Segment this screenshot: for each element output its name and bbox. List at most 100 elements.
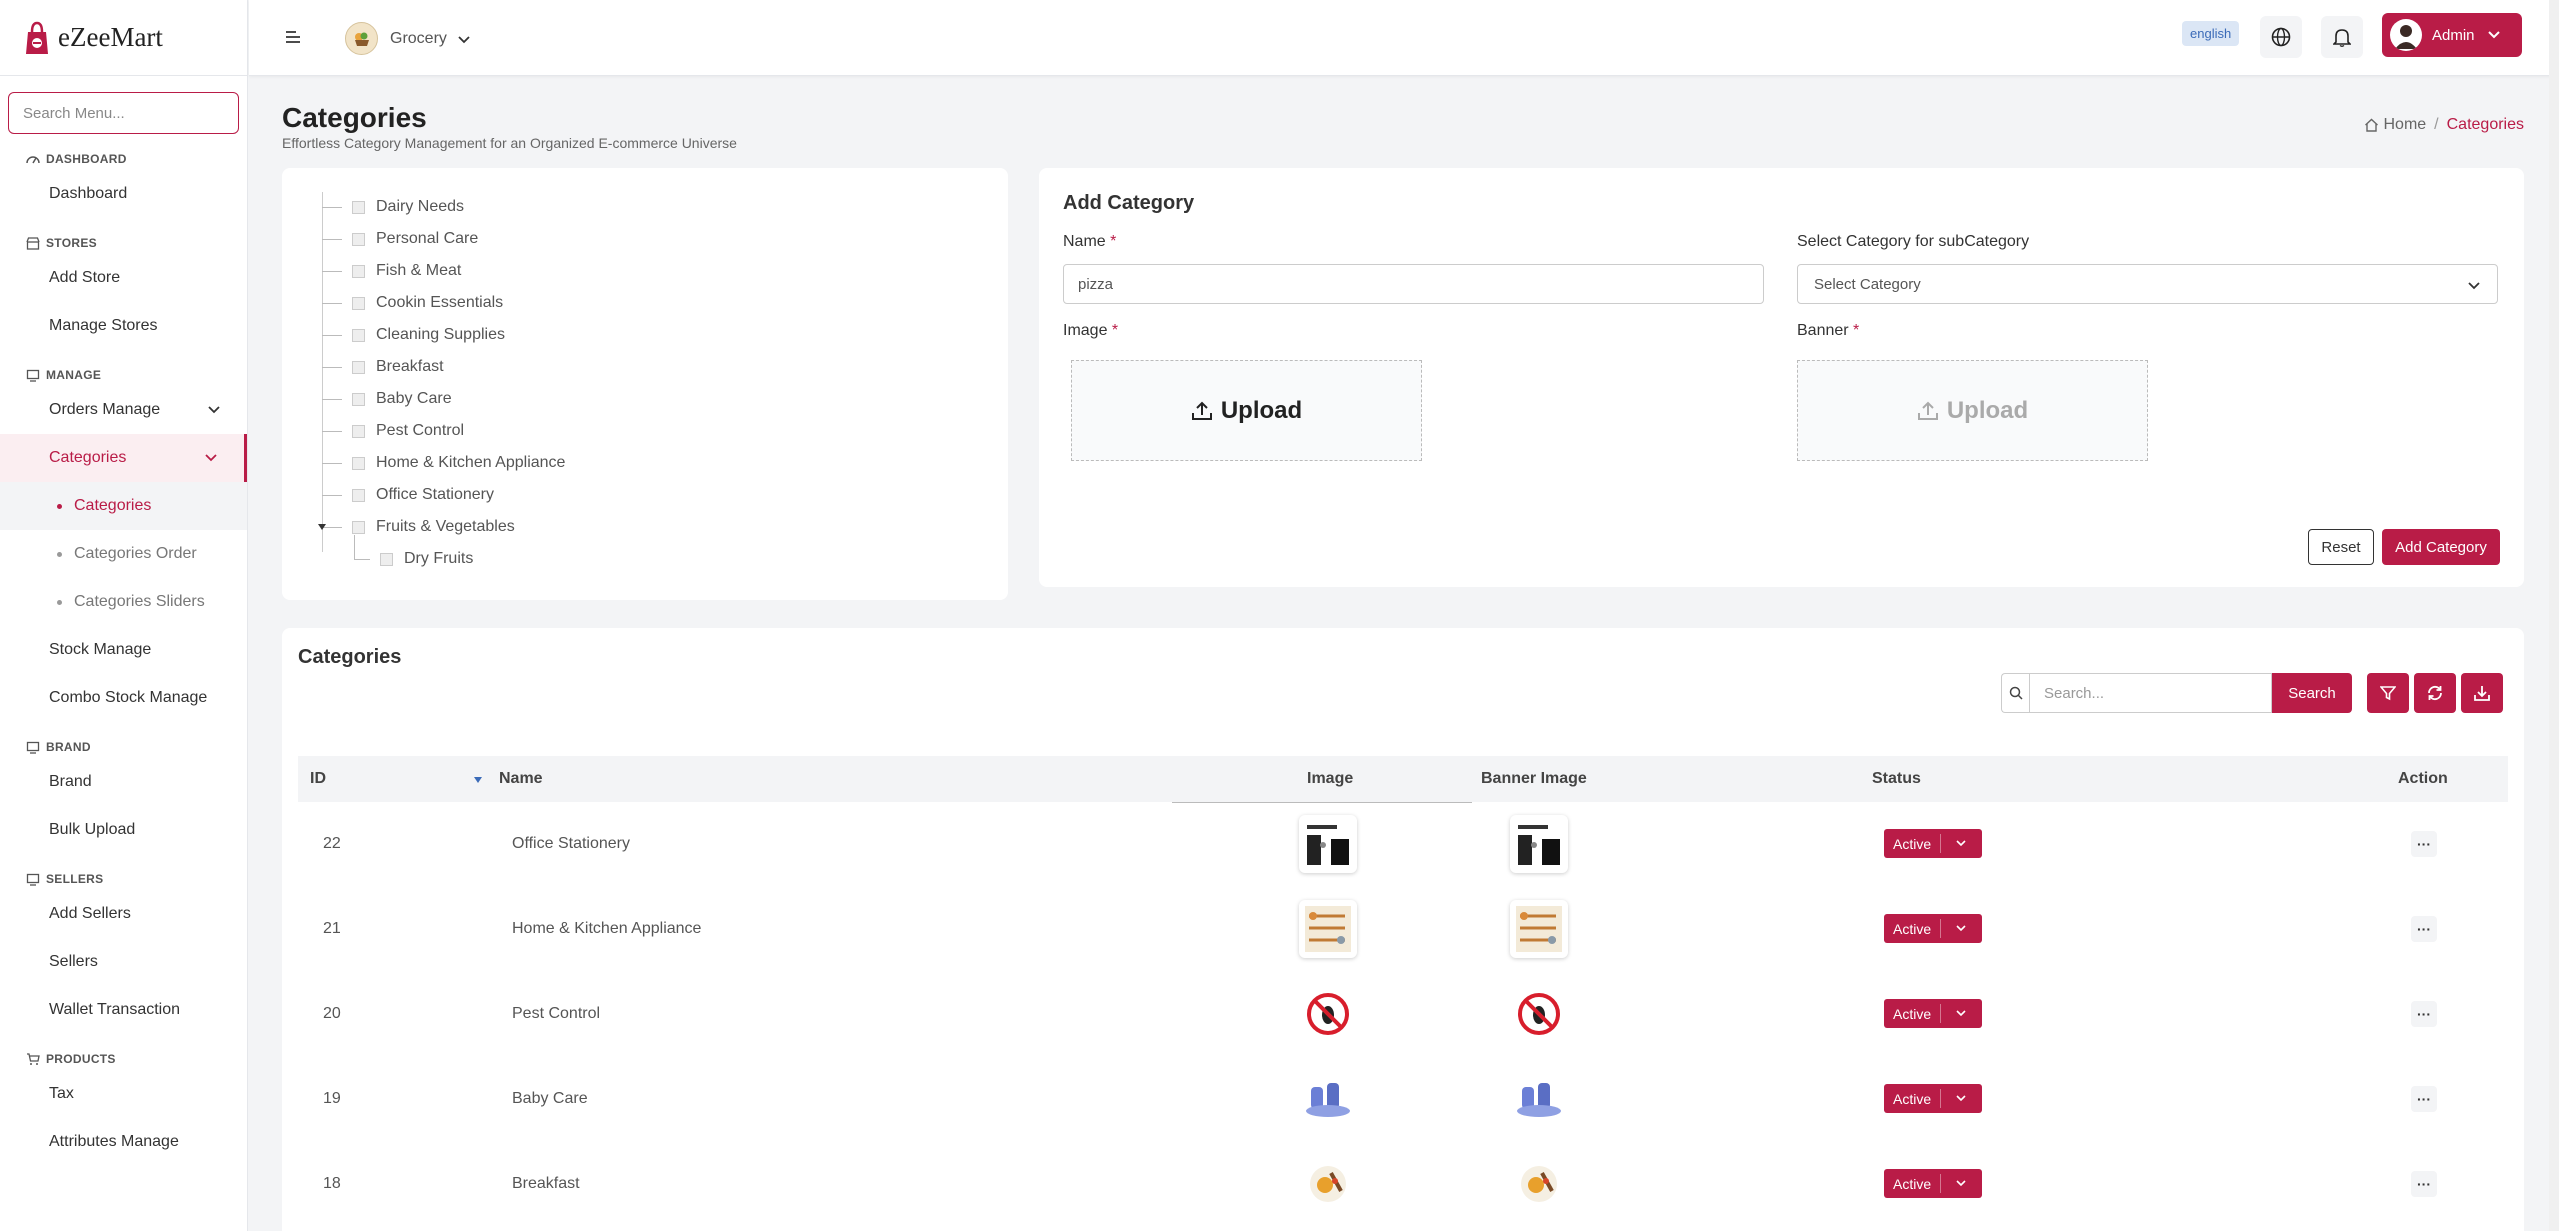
export-button[interactable] xyxy=(2461,673,2503,713)
section-dashboard: DASHBOARD xyxy=(0,148,247,170)
language-badge[interactable]: english xyxy=(2182,21,2240,46)
category-image-thumbnail[interactable] xyxy=(1299,815,1357,873)
user-menu-button[interactable]: Admin xyxy=(2382,13,2522,57)
tree-item[interactable]: Baby Care xyxy=(322,383,452,415)
sidebar-item-add-sellers[interactable]: Add Sellers xyxy=(0,890,247,938)
status-dropdown[interactable]: Active xyxy=(1884,1169,1982,1198)
tree-item[interactable]: Cookin Essentials xyxy=(322,287,503,319)
category-name-input[interactable]: pizza xyxy=(1063,264,1764,304)
table-row[interactable]: 19 Baby Care Active ··· xyxy=(298,1057,2508,1142)
banner-image-thumbnail[interactable] xyxy=(1510,985,1568,1043)
row-actions-button[interactable]: ··· xyxy=(2411,1086,2437,1112)
sidebar-search-input[interactable]: Search Menu... xyxy=(8,92,239,134)
table-row[interactable]: 18 Breakfast Active ··· xyxy=(298,1142,2508,1227)
sidebar: eZeeMart Search Menu... DASHBOARD Dashbo… xyxy=(0,0,248,1231)
status-dropdown[interactable]: Active xyxy=(1884,1084,1982,1113)
sidebar-item-orders-manage[interactable]: Orders Manage xyxy=(0,386,247,434)
sidebar-item-dashboard[interactable]: Dashboard xyxy=(0,170,247,218)
sort-desc-icon[interactable] xyxy=(474,777,482,783)
sidebar-item-attributes-manage[interactable]: Attributes Manage xyxy=(0,1118,247,1166)
status-dropdown[interactable]: Active xyxy=(1884,829,1982,858)
tree-item[interactable]: Cleaning Supplies xyxy=(322,319,505,351)
category-image-thumbnail[interactable] xyxy=(1299,985,1357,1043)
tree-item[interactable]: Fish & Meat xyxy=(322,255,461,287)
table-row[interactable]: 22 Office Stationery Active ··· xyxy=(298,802,2508,887)
reset-button[interactable]: Reset xyxy=(2308,529,2374,565)
category-image-thumbnail[interactable] xyxy=(1299,1070,1357,1128)
breadcrumb-home-link[interactable]: Home xyxy=(2383,116,2426,134)
sidebar-item-add-store[interactable]: Add Store xyxy=(0,254,247,302)
tree-checkbox[interactable] xyxy=(352,424,365,438)
search-button[interactable]: Search xyxy=(2272,673,2352,713)
sidebar-item-stock-manage[interactable]: Stock Manage xyxy=(0,626,247,674)
banner-image-thumbnail[interactable] xyxy=(1510,1155,1568,1213)
cell-id: 19 xyxy=(323,1090,341,1107)
tree-checkbox[interactable] xyxy=(352,296,365,310)
sidebar-item-categories[interactable]: Categories xyxy=(0,434,247,482)
chevron-down-icon xyxy=(205,454,217,462)
language-button[interactable] xyxy=(2260,16,2302,58)
tree-child-item[interactable]: Dry Fruits xyxy=(354,543,473,575)
category-image-thumbnail[interactable] xyxy=(1299,900,1357,958)
tree-expand-caret-icon[interactable] xyxy=(318,524,326,530)
sidebar-item-tax[interactable]: Tax xyxy=(0,1070,247,1118)
page-scrollbar[interactable] xyxy=(2549,0,2559,1231)
table-row[interactable]: 20 Pest Control Active ··· xyxy=(298,972,2508,1057)
column-header-name[interactable]: Name xyxy=(499,770,543,788)
sidebar-item-brand[interactable]: Brand xyxy=(0,758,247,806)
breadcrumb-current: Categories xyxy=(2446,116,2524,133)
banner-image-thumbnail[interactable] xyxy=(1510,1070,1568,1128)
tree-item[interactable]: Home & Kitchen Appliance xyxy=(322,447,565,479)
tree-item[interactable]: Pest Control xyxy=(322,415,464,447)
row-actions-button[interactable]: ··· xyxy=(2411,916,2437,942)
tree-checkbox[interactable] xyxy=(352,392,365,406)
parent-category-select[interactable]: Select Category xyxy=(1797,264,2498,304)
tree-item[interactable]: Office Stationery xyxy=(322,479,494,511)
tree-checkbox[interactable] xyxy=(352,328,365,342)
tree-checkbox[interactable] xyxy=(352,264,365,278)
row-actions-button[interactable]: ··· xyxy=(2411,1171,2437,1197)
image-upload-button[interactable]: Upload xyxy=(1071,360,1422,461)
sidebar-subitem-categories-order[interactable]: Categories Order xyxy=(0,530,247,578)
sidebar-item-manage-stores[interactable]: Manage Stores xyxy=(0,302,247,350)
tree-checkbox[interactable] xyxy=(352,232,365,246)
sidebar-subitem-categories[interactable]: Categories xyxy=(0,482,247,530)
column-header-id[interactable]: ID xyxy=(310,770,326,788)
name-label: Name * xyxy=(1063,233,1117,250)
tree-checkbox[interactable] xyxy=(352,200,365,214)
tree-item-expanded[interactable]: Fruits & Vegetables xyxy=(322,511,515,543)
sidebar-item-bulk-upload[interactable]: Bulk Upload xyxy=(0,806,247,854)
store-selector[interactable]: Grocery xyxy=(345,22,471,55)
sidebar-subitem-categories-sliders[interactable]: Categories Sliders xyxy=(0,578,247,626)
logo[interactable]: eZeeMart xyxy=(0,0,247,76)
sidebar-item-wallet-transaction[interactable]: Wallet Transaction xyxy=(0,986,247,1034)
tree-item[interactable]: Dairy Needs xyxy=(322,191,464,223)
category-image-thumbnail[interactable] xyxy=(1299,1155,1357,1213)
tree-checkbox[interactable] xyxy=(352,488,365,502)
tree-checkbox[interactable] xyxy=(352,360,365,374)
sidebar-item-combo-stock-manage[interactable]: Combo Stock Manage xyxy=(0,674,247,722)
search-input[interactable]: Search... xyxy=(2029,673,2272,713)
banner-image-thumbnail[interactable] xyxy=(1510,815,1568,873)
tree-item[interactable]: Breakfast xyxy=(322,351,444,383)
row-actions-button[interactable]: ··· xyxy=(2411,831,2437,857)
tree-checkbox[interactable] xyxy=(352,456,365,470)
table-row[interactable]: 21 Home & Kitchen Appliance Active ··· xyxy=(298,887,2508,972)
status-dropdown[interactable]: Active xyxy=(1884,914,1982,943)
status-dropdown[interactable]: Active xyxy=(1884,999,1982,1028)
filter-button[interactable] xyxy=(2367,673,2409,713)
store-avatar xyxy=(345,22,378,55)
tree-item[interactable]: Personal Care xyxy=(322,223,478,255)
banner-image-thumbnail[interactable] xyxy=(1510,900,1568,958)
refresh-button[interactable] xyxy=(2414,673,2456,713)
notifications-button[interactable] xyxy=(2321,16,2363,58)
cell-id: 20 xyxy=(323,1005,341,1022)
add-category-button[interactable]: Add Category xyxy=(2382,529,2500,565)
column-header-image: Image xyxy=(1307,770,1354,787)
tree-checkbox[interactable] xyxy=(352,520,365,534)
banner-upload-button[interactable]: Upload xyxy=(1797,360,2148,461)
tree-checkbox[interactable] xyxy=(380,552,393,566)
sidebar-item-sellers[interactable]: Sellers xyxy=(0,938,247,986)
row-actions-button[interactable]: ··· xyxy=(2411,1001,2437,1027)
menu-toggle-icon[interactable] xyxy=(285,30,301,44)
